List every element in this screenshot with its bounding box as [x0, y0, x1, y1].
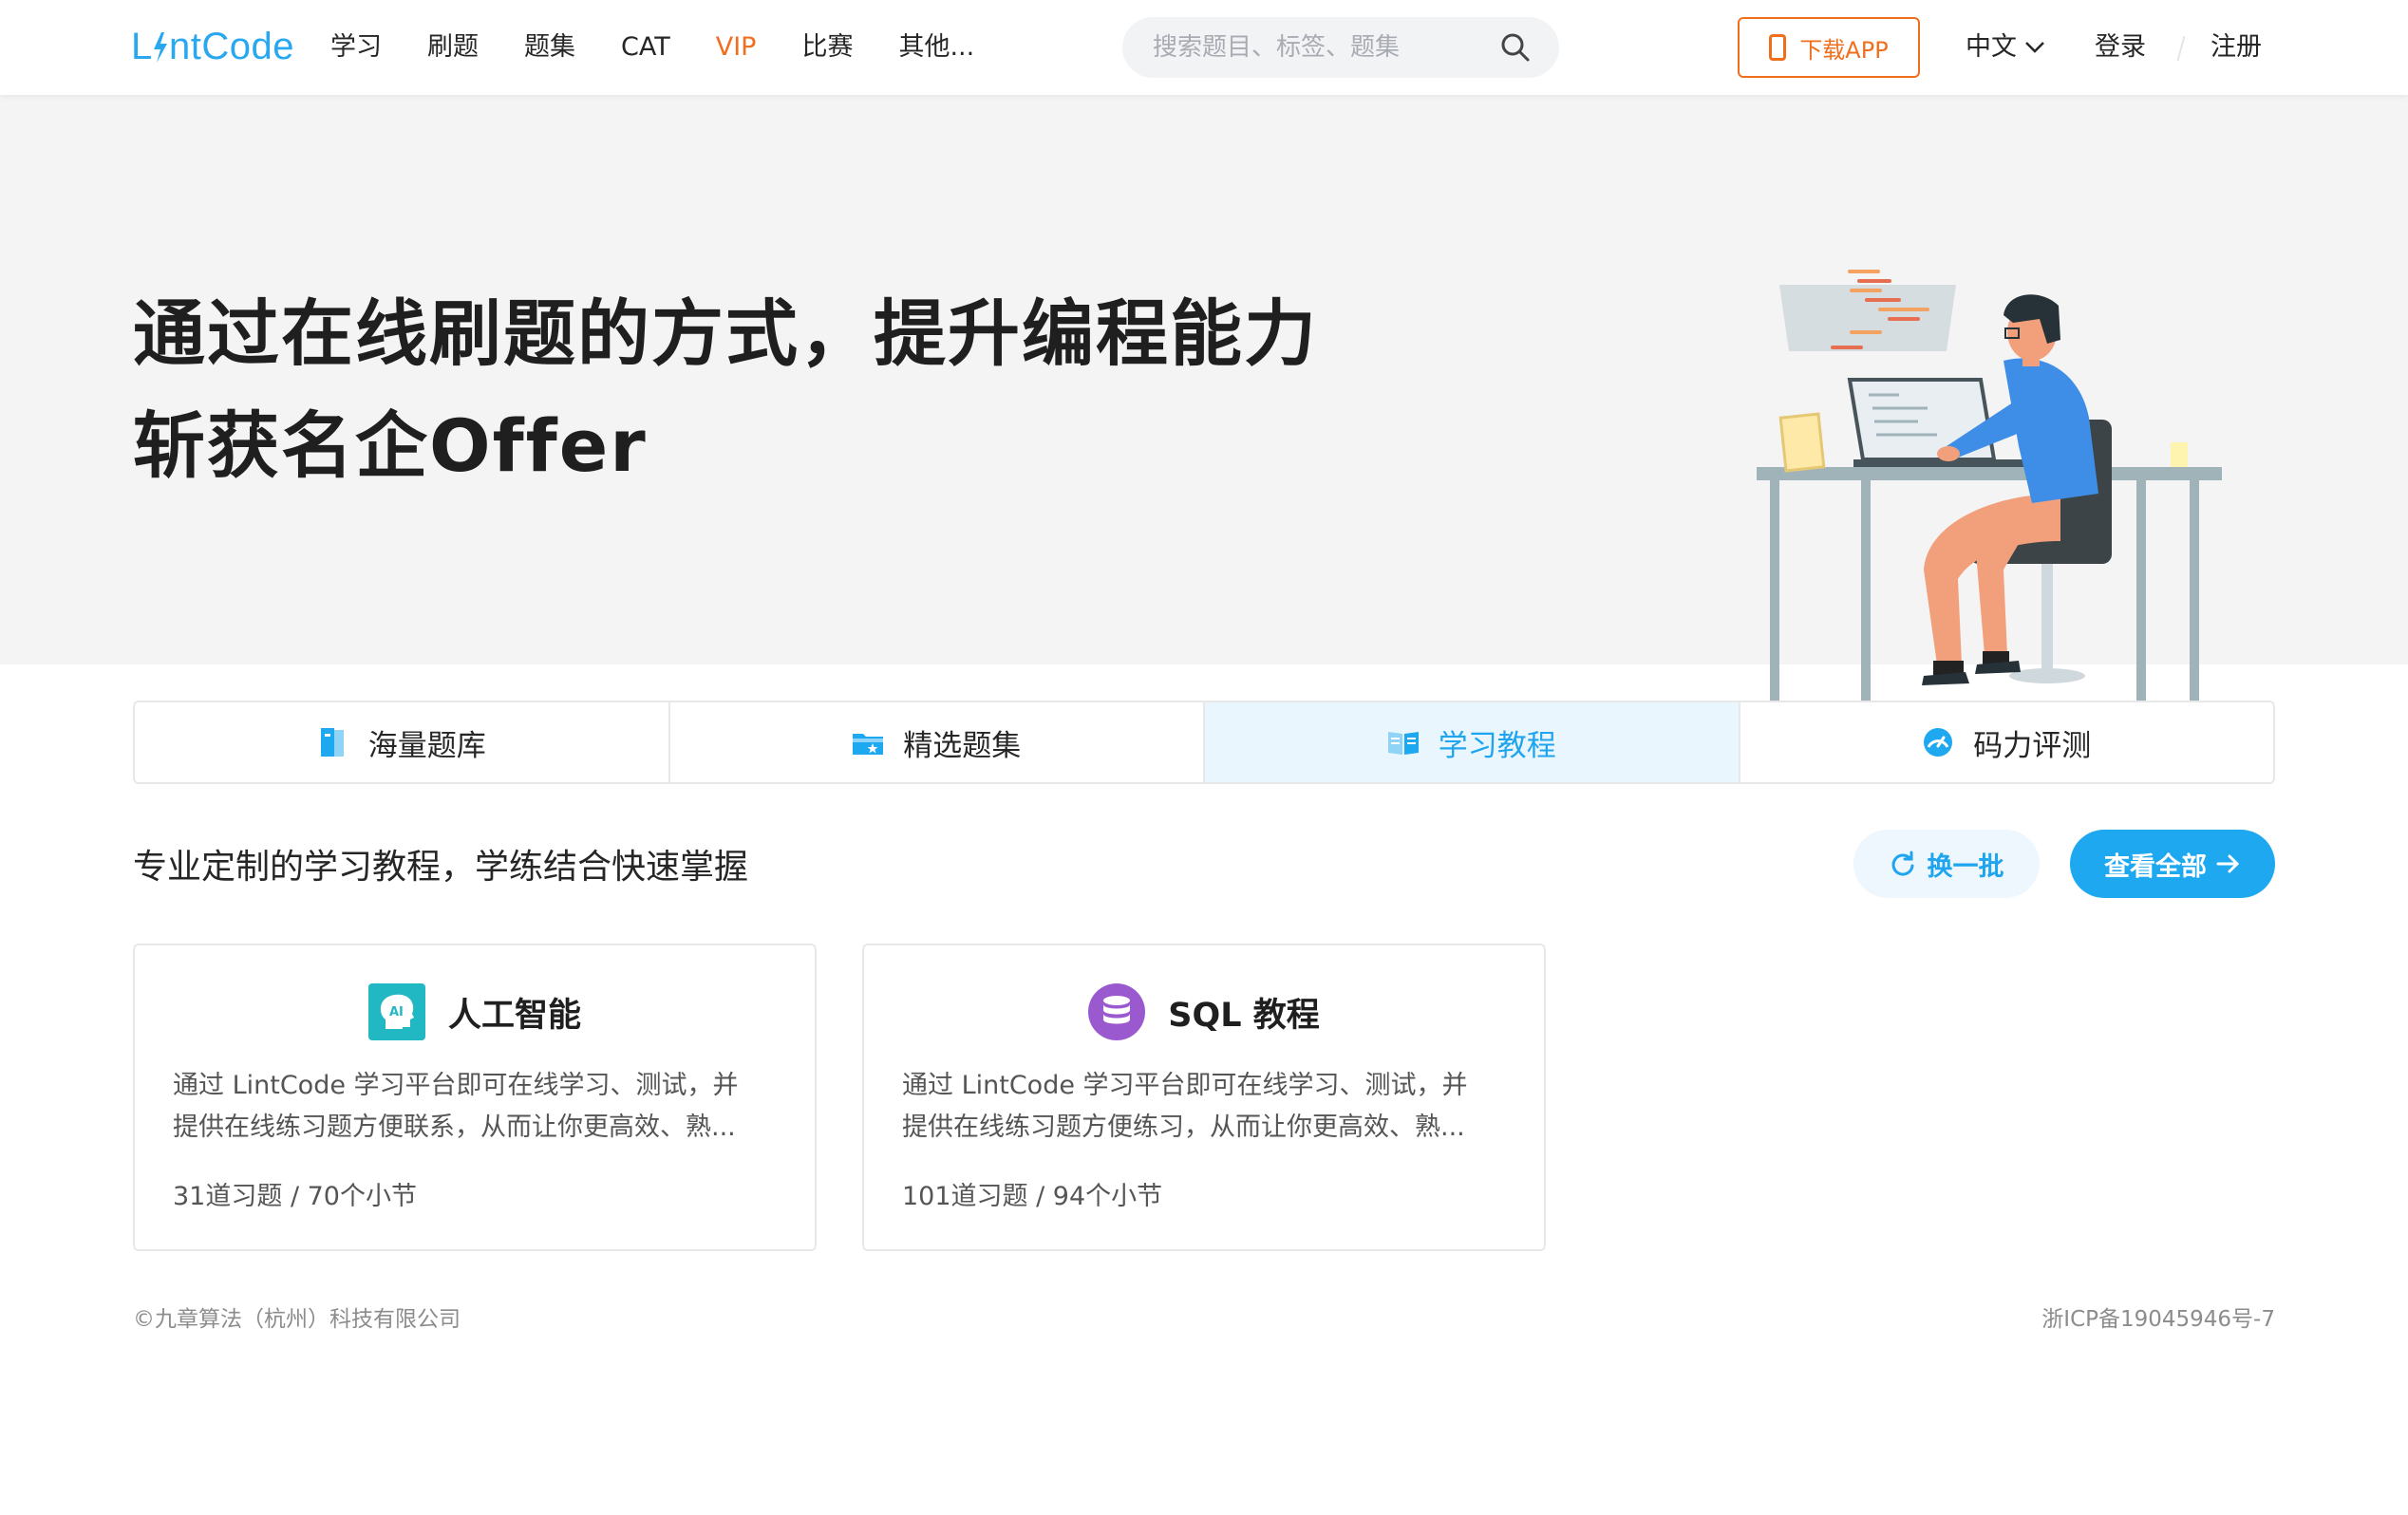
- folder-star-icon: [853, 734, 884, 755]
- login-link[interactable]: 登录: [2095, 28, 2146, 66]
- register-link[interactable]: 注册: [2210, 28, 2262, 66]
- logo-mark: L ntCode: [131, 26, 294, 67]
- card-description: 通过 LintCode 学习平台即可在线学习、测试，并 提供在线练习题方便练习，…: [902, 1065, 1510, 1149]
- tab-label: 码力评测: [1973, 728, 2092, 763]
- search-box: [1122, 17, 1559, 78]
- svg-text:AI: AI: [389, 1005, 404, 1019]
- card-desc-line: 通过 LintCode 学习平台即可在线学习、测试，并: [173, 1071, 739, 1100]
- search-icon[interactable]: [1500, 32, 1531, 63]
- card-meta: 31道习题 / 70个小节: [173, 1182, 417, 1211]
- copyright-text: ©九章算法（杭州）科技有限公司: [133, 1307, 461, 1332]
- hero-headline: 通过在线刷题的方式，提升编程能力: [133, 291, 1318, 376]
- language-label: 中文: [1966, 32, 2017, 62]
- nav-item-learn[interactable]: 学习: [330, 28, 382, 66]
- feature-tabs: 海量题库 精选题集 学习教程 码力评测: [133, 701, 2275, 784]
- card-desc-line: 提供在线练习题方便练习，从而让你更高效、熟...: [902, 1113, 1465, 1142]
- chevron-down-icon: [2025, 42, 2044, 53]
- tab-tutorials[interactable]: 学习教程: [1205, 702, 1740, 782]
- open-book-icon: [1387, 732, 1419, 755]
- database-icon: [1088, 983, 1146, 1040]
- tab-selected-sets[interactable]: 精选题集: [670, 702, 1205, 782]
- nav-item-vip[interactable]: VIP: [716, 28, 757, 66]
- card-desc-line: 提供在线练习题方便联系，从而让你更高效、熟...: [173, 1113, 736, 1142]
- view-all-button[interactable]: 查看全部: [2070, 830, 2275, 898]
- tab-label: 精选题集: [903, 728, 1022, 763]
- tab-question-bank[interactable]: 海量题库: [135, 702, 670, 782]
- card-meta: 101道习题 / 94个小节: [902, 1182, 1163, 1211]
- phone-icon: [1769, 34, 1787, 61]
- card-header: SQL 教程: [864, 983, 1544, 1040]
- book-icon: [320, 728, 344, 757]
- nav-item-contest[interactable]: 比赛: [801, 28, 853, 66]
- card-header: AI 人工智能: [135, 983, 815, 1040]
- tab-skill-assessment[interactable]: 码力评测: [1740, 702, 2274, 782]
- download-app-button[interactable]: 下载APP: [1738, 17, 1920, 78]
- divider: [2176, 36, 2186, 61]
- nav-item-cat[interactable]: CAT: [621, 28, 670, 66]
- ai-head-icon: AI: [367, 983, 425, 1040]
- download-app-label: 下载APP: [1799, 36, 1889, 64]
- main-nav: 学习 刷题 题集 CAT VIP 比赛 其他...: [330, 28, 1020, 66]
- card-title: SQL 教程: [1168, 996, 1320, 1035]
- hero-subheadline: 斩获名企Offer: [133, 403, 648, 488]
- nav-item-more[interactable]: 其他...: [898, 28, 974, 66]
- svg-text:L: L: [131, 26, 153, 67]
- card-description: 通过 LintCode 学习平台即可在线学习、测试，并 提供在线练习题方便联系，…: [173, 1065, 781, 1149]
- svg-text:ntCode: ntCode: [169, 26, 294, 67]
- top-header: L ntCode 学习 刷题 题集 CAT VIP 比赛 其他... 下载APP…: [0, 0, 2408, 95]
- arrow-right-icon: [2216, 854, 2240, 873]
- tutorial-card-sql[interactable]: SQL 教程 通过 LintCode 学习平台即可在线学习、测试，并 提供在线练…: [862, 944, 1546, 1251]
- card-desc-line: 通过 LintCode 学习平台即可在线学习、测试，并: [902, 1071, 1468, 1100]
- tab-label: 学习教程: [1438, 728, 1556, 763]
- nav-item-problem-sets[interactable]: 题集: [524, 28, 575, 66]
- card-title: 人工智能: [447, 996, 581, 1035]
- lintcode-logo[interactable]: L ntCode: [131, 25, 321, 78]
- tab-label: 海量题库: [367, 728, 486, 763]
- icp-license-link[interactable]: 浙ICP备19045946号-7: [2041, 1300, 2275, 1333]
- refresh-batch-button[interactable]: 换一批: [1853, 830, 2040, 898]
- refresh-icon: [1891, 851, 1913, 876]
- view-all-label: 查看全部: [2104, 851, 2207, 882]
- gauge-icon: [1924, 728, 1953, 757]
- section-title: 专业定制的学习教程，学练结合快速掌握: [133, 848, 749, 887]
- hero-banner: 通过在线刷题的方式，提升编程能力 斩获名企Offer: [0, 95, 2408, 702]
- nav-item-problems[interactable]: 刷题: [427, 28, 479, 66]
- search-input[interactable]: [1153, 30, 1495, 65]
- language-selector[interactable]: 中文: [1966, 28, 2045, 66]
- programmer-illustration: [1757, 270, 2222, 702]
- refresh-label: 换一批: [1927, 851, 2004, 882]
- tutorial-card-ai[interactable]: AI 人工智能 通过 LintCode 学习平台即可在线学习、测试，并 提供在线…: [133, 944, 817, 1251]
